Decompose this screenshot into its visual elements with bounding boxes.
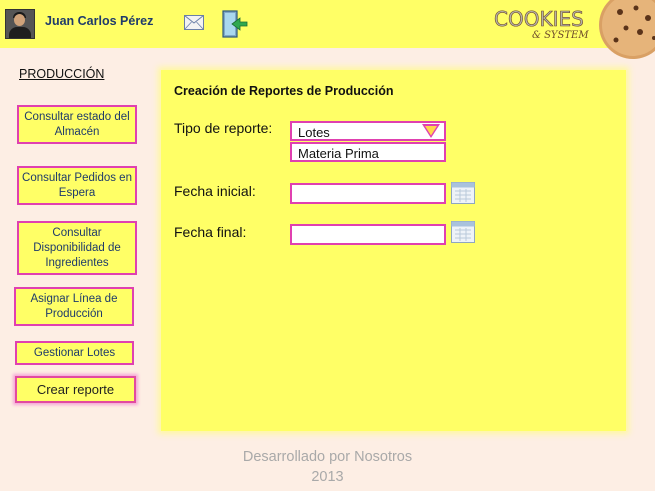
sidebar-item-gestionar-lotes[interactable]: Gestionar Lotes	[15, 341, 134, 365]
logout-icon[interactable]	[219, 9, 249, 39]
mail-icon[interactable]	[184, 15, 204, 30]
sidebar-item-crear-reporte[interactable]: Crear reporte	[15, 376, 136, 403]
sidebar-item-asignar-linea[interactable]: Asignar Línea de Producción	[14, 287, 134, 326]
sidebar-item-label: Consultar estado del Almacén	[24, 110, 130, 138]
top-bar: Juan Carlos Pérez COOKIES & SYSTEM	[0, 0, 655, 59]
cookie-icon	[599, 0, 655, 59]
sidebar-item-label: Crear reporte	[36, 382, 115, 397]
end-date-field[interactable]	[290, 224, 446, 245]
footer-credit: Desarrollado por Nosotros	[242, 449, 413, 465]
report-type-value: Lotes	[298, 125, 330, 140]
sidebar-item-consultar-disponibilidad[interactable]: Consultar Disponibilidad de Ingredientes	[17, 221, 137, 275]
calendar-icon[interactable]	[451, 182, 475, 204]
svg-text:& SYSTEM: & SYSTEM	[532, 30, 589, 41]
report-type-option-label: Materia Prima	[298, 146, 379, 161]
report-type-option[interactable]: Materia Prima	[290, 142, 446, 162]
section-title: PRODUCCIÓN	[19, 67, 105, 81]
sidebar-item-label: Asignar Línea de Producción	[30, 292, 118, 320]
page-title: Creación de Reportes de Producción	[174, 84, 394, 98]
user-avatar[interactable]	[5, 9, 35, 39]
svg-text:COOKIES: COOKIES	[494, 7, 584, 31]
user-name[interactable]: Juan Carlos Pérez	[45, 14, 153, 28]
sidebar-item-label: Consultar Disponibilidad de Ingredientes	[33, 226, 121, 269]
dropdown-arrow-icon[interactable]	[419, 123, 443, 139]
sidebar-item-label: Consultar Pedidos en Espera	[22, 171, 132, 199]
report-form-panel: Creación de Reportes de Producción Tipo …	[161, 70, 626, 431]
report-type-label: Tipo de reporte:	[174, 120, 273, 136]
calendar-icon[interactable]	[451, 221, 475, 243]
sidebar-item-consultar-pedidos[interactable]: Consultar Pedidos en Espera	[17, 166, 137, 205]
brand-logo: COOKIES & SYSTEM	[494, 7, 589, 41]
end-date-label: Fecha final:	[174, 224, 247, 240]
sidebar-item-consultar-almacen[interactable]: Consultar estado del Almacén	[17, 105, 137, 144]
start-date-field[interactable]	[290, 183, 446, 204]
start-date-label: Fecha inicial:	[174, 183, 256, 199]
report-type-select[interactable]: Lotes	[290, 121, 446, 141]
footer: Desarrollado por Nosotros 2013	[0, 447, 655, 487]
footer-year: 2013	[311, 469, 344, 485]
sidebar-item-label: Gestionar Lotes	[33, 346, 116, 359]
